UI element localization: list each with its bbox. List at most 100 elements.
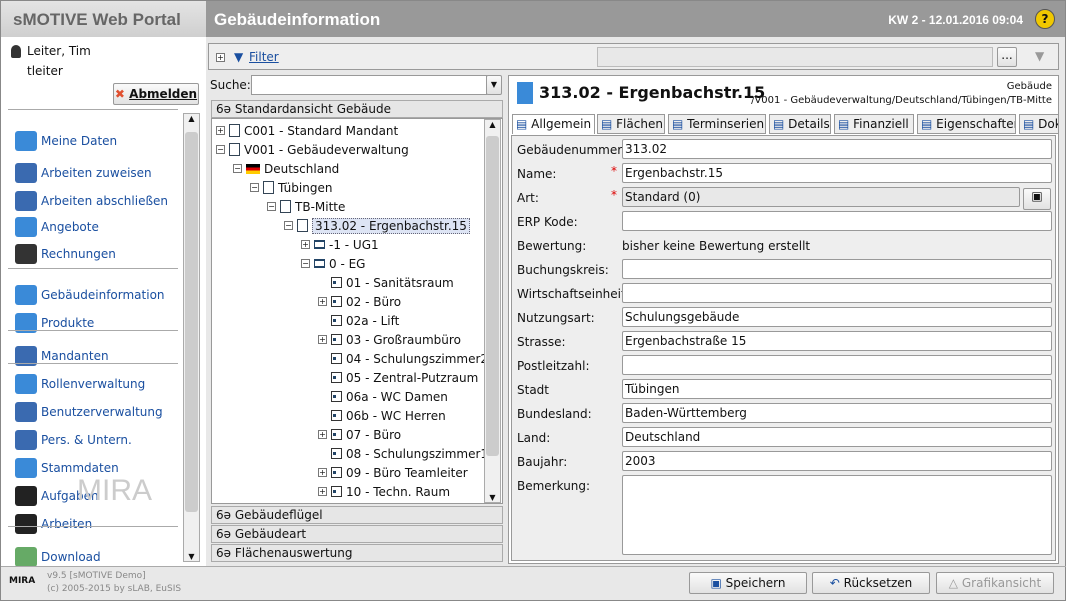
sidebar-item-pers-untern-[interactable]: Pers. & Untern. <box>15 430 132 450</box>
graphic-view-button[interactable]: △ Grafikansicht <box>936 572 1054 594</box>
reset-button[interactable]: ↶ Rücksetzen <box>812 572 930 594</box>
field-baujahr[interactable]: 2003 <box>622 451 1052 471</box>
sidebar-item-arbeiten-abschlie-en[interactable]: Arbeiten abschließen <box>15 191 168 211</box>
scroll-down-icon[interactable]: ▼ <box>485 493 500 502</box>
expand-icon[interactable]: + <box>301 240 310 249</box>
tab-allgemein[interactable]: ▤ Allgemein <box>512 114 595 134</box>
tree-node[interactable]: +03 - Großraumbüro <box>318 330 461 349</box>
tree-node[interactable]: 05 - Zentral-Putzraum <box>318 368 478 387</box>
tree-node[interactable]: 02a - Lift <box>318 311 399 330</box>
filter-link[interactable]: Filter <box>249 50 279 64</box>
tree-node[interactable]: +09 - Büro Teamleiter <box>318 463 468 482</box>
art-picker-button[interactable]: ▣ <box>1023 188 1051 210</box>
field-label: Bewertung: <box>517 239 587 253</box>
sidebar-item-rechnungen[interactable]: Rechnungen <box>15 244 116 264</box>
scroll-up-icon[interactable]: ▲ <box>184 114 199 123</box>
collapse-icon[interactable]: − <box>267 202 276 211</box>
collapse-icon[interactable]: − <box>250 183 259 192</box>
accordion-gebaeudefluegel[interactable]: 6ə Gebäudeflügel <box>211 506 503 524</box>
accordion-flaechenauswertung[interactable]: 6ə Flächenauswertung <box>211 544 503 562</box>
tree-node[interactable]: − 313.02 - Ergenbachstr.15 <box>284 216 470 235</box>
expand-icon[interactable]: + <box>318 468 327 477</box>
expand-icon[interactable]: + <box>318 335 327 344</box>
tree-node-label: 02 - Büro <box>346 294 402 309</box>
tree-node[interactable]: − Deutschland <box>233 159 339 178</box>
tab-dok[interactable]: ▤ Dok <box>1019 114 1059 134</box>
collapse-icon[interactable]: − <box>301 259 310 268</box>
help-icon[interactable]: ? <box>1035 9 1055 29</box>
logout-button[interactable]: ✖ Abmelden <box>113 83 199 105</box>
expand-icon[interactable]: + <box>318 487 327 496</box>
search-input[interactable] <box>251 75 487 95</box>
sidebar-item-angebote[interactable]: Angebote <box>15 217 99 237</box>
sidebar-scrollbar[interactable]: ▲ ▼ <box>183 113 200 562</box>
field-erp-kode[interactable] <box>622 211 1052 231</box>
tree-header[interactable]: 6ə Standardansicht Gebäude <box>211 100 503 118</box>
field-nutzungsart[interactable]: Schulungsgebäude <box>622 307 1052 327</box>
tab-finanziell[interactable]: ▤ Finanziell <box>834 114 914 134</box>
sidebar-item-arbeiten-zuweisen[interactable]: Arbeiten zuweisen <box>15 163 152 183</box>
sidebar: Leiter, Tim tleiter ✖ Abmelden Meine Dat… <box>1 37 206 567</box>
expand-icon[interactable]: + <box>318 297 327 306</box>
tree-node[interactable]: +02 - Büro <box>318 292 401 311</box>
field-bemerkung[interactable] <box>622 475 1052 555</box>
tab-eigenschaften[interactable]: ▤ Eigenschaften <box>917 114 1016 134</box>
tree-node[interactable]: + C001 - Standard Mandant <box>216 121 398 140</box>
field-art[interactable]: Standard (0) <box>622 187 1020 207</box>
tree-node[interactable]: − V001 - Gebäudeverwaltung <box>216 140 409 159</box>
collapse-icon[interactable]: − <box>216 145 225 154</box>
sidebar-item-download[interactable]: Download <box>15 547 101 567</box>
sidebar-item-label: Benutzerverwaltung <box>41 405 163 419</box>
tab-flächen[interactable]: ▤ Flächen <box>597 114 665 134</box>
tree-node[interactable]: 01 - Sanitätsraum <box>318 273 454 292</box>
tree-scrollbar[interactable]: ▲ ▼ <box>484 119 501 503</box>
accordion-gebaeudeart[interactable]: 6ə Gebäudeart <box>211 525 503 543</box>
scroll-down-icon[interactable]: ▼ <box>184 552 199 561</box>
clear-filter-icon[interactable]: ▼ <box>1035 49 1044 63</box>
tab-label: Finanziell <box>853 117 909 131</box>
field-strasse[interactable]: Ergenbachstraße 15 <box>622 331 1052 351</box>
tab-details[interactable]: ▤ Details <box>769 114 831 134</box>
field-label: Bemerkung: <box>517 479 591 493</box>
tree-node[interactable]: − 0 - EG <box>301 254 365 273</box>
field-geb-udenummer[interactable]: 313.02 <box>622 139 1052 159</box>
sidebar-item-benutzerverwaltung[interactable]: Benutzerverwaltung <box>15 402 163 422</box>
tree-node[interactable]: +07 - Büro <box>318 425 401 444</box>
field-land[interactable]: Deutschland <box>622 427 1052 447</box>
tree-node[interactable]: − Tübingen <box>250 178 332 197</box>
room-icon <box>331 315 342 326</box>
field-buchungskreis[interactable] <box>622 259 1052 279</box>
sidebar-item-arbeiten[interactable]: Arbeiten <box>15 514 92 534</box>
search-dropdown-icon[interactable]: ▼ <box>486 75 502 95</box>
save-button[interactable]: ▣ Speichern <box>689 572 807 594</box>
sidebar-item-meine-daten[interactable]: Meine Daten <box>15 131 117 151</box>
sidebar-item-geb-udeinformation[interactable]: Gebäudeinformation <box>15 285 165 305</box>
scroll-thumb[interactable] <box>185 132 198 512</box>
scroll-thumb[interactable] <box>486 136 499 456</box>
expand-icon[interactable]: + <box>216 126 225 135</box>
tree-node-label: 01 - Sanitätsraum <box>346 275 454 290</box>
room-icon <box>331 334 342 345</box>
tree-node[interactable]: 06a - WC Damen <box>318 387 448 406</box>
expand-icon[interactable]: + <box>216 53 225 62</box>
tab-terminserien[interactable]: ▤ Terminserien <box>668 114 766 134</box>
scroll-up-icon[interactable]: ▲ <box>485 120 500 129</box>
gear-icon <box>15 514 37 534</box>
tree-node[interactable]: − TB-Mitte <box>267 197 345 216</box>
tree-node[interactable]: +10 - Techn. Raum <box>318 482 450 501</box>
sidebar-item-rollenverwaltung[interactable]: Rollenverwaltung <box>15 374 145 394</box>
field-wirtschaftseinheit[interactable] <box>622 283 1052 303</box>
tree-node[interactable]: 06b - WC Herren <box>318 406 446 425</box>
field-name[interactable]: Ergenbachstr.15 <box>622 163 1052 183</box>
field-bundesland[interactable]: Baden-Württemberg <box>622 403 1052 423</box>
field-postleitzahl[interactable] <box>622 355 1052 375</box>
field-stadt[interactable]: Tübingen <box>622 379 1052 399</box>
tree-node-label: Tübingen <box>278 180 333 195</box>
tree-node[interactable]: 08 - Schulungszimmer1 <box>318 444 488 463</box>
collapse-icon[interactable]: − <box>233 164 242 173</box>
tree-node[interactable]: + -1 - UG1 <box>301 235 379 254</box>
collapse-icon[interactable]: − <box>284 221 293 230</box>
filter-more-button[interactable]: ... <box>997 47 1017 67</box>
expand-icon[interactable]: + <box>318 430 327 439</box>
tree-node[interactable]: 04 - Schulungszimmer2 <box>318 349 488 368</box>
